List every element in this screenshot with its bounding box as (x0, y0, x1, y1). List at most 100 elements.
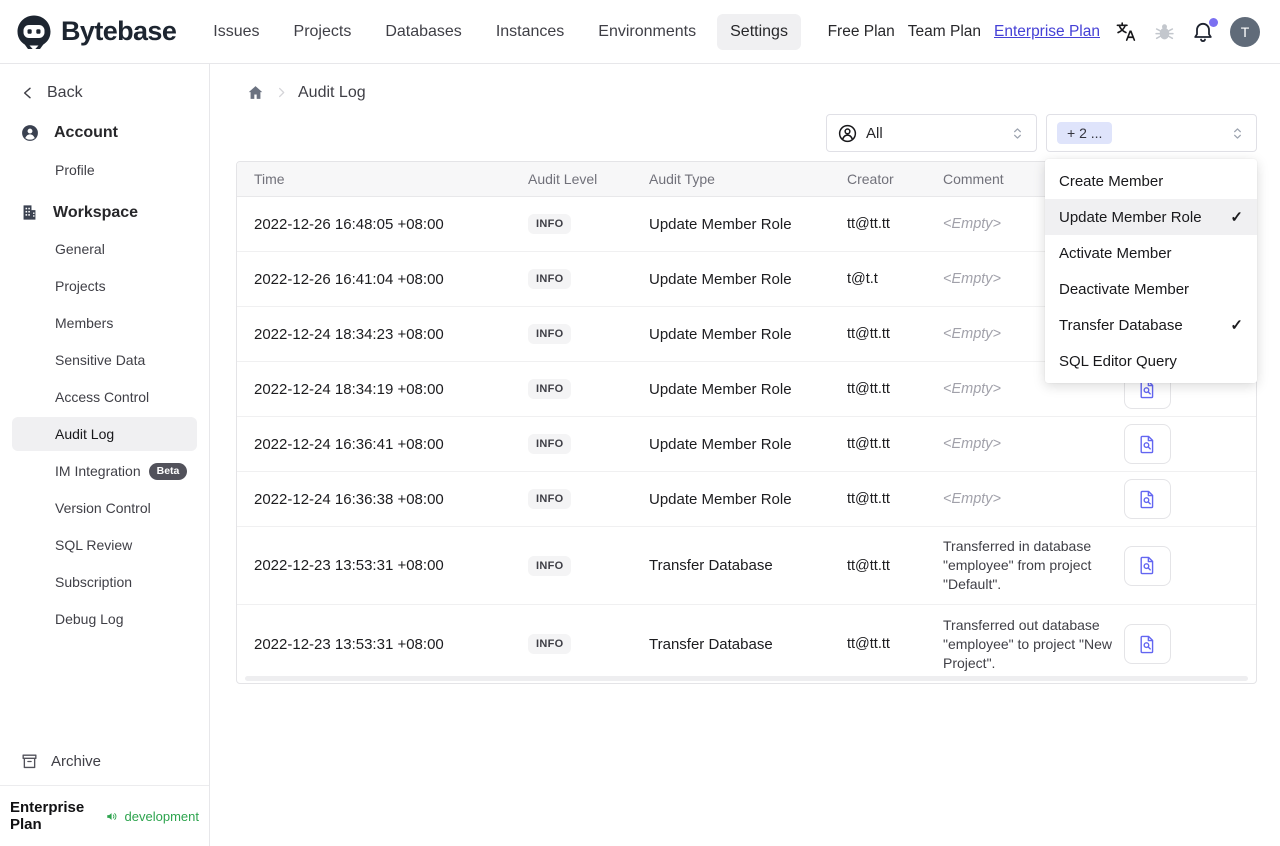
sidebar-bottom: Archive Enterprise Plan development (0, 738, 209, 846)
settings-sidebar: Back Account Profile Workspace General Proje… (0, 64, 210, 846)
plan-link-team-plan: Team Plan (907, 22, 982, 40)
nav-item-instances[interactable]: Instances (483, 14, 577, 50)
sidebar-item-subscription[interactable]: Subscription (12, 565, 197, 599)
creator-cell: tt@tt.tt (847, 557, 890, 574)
chevron-updown-icon (1229, 125, 1246, 142)
menu-item-deactivate-member[interactable]: Deactivate Member (1045, 271, 1257, 307)
audit-type-filter-select[interactable]: + 2 ... (1046, 114, 1257, 152)
audit-type-dropdown-menu: Create Member Update Member Role ✓ Activate… (1045, 159, 1257, 383)
menu-item-transfer-database[interactable]: Transfer Database ✓ (1045, 307, 1257, 343)
audit-type-cell: Update Member Role (649, 270, 792, 288)
comment-cell: Transferred out database "employee" to p… (943, 616, 1112, 671)
sidebar-item-version-control[interactable]: Version Control (12, 491, 197, 525)
creator-filter-value: All (866, 124, 883, 142)
view-log-detail-button[interactable] (1124, 424, 1171, 464)
creator-cell: t@t.t (847, 271, 878, 287)
audit-type-cell: Transfer Database (649, 557, 773, 574)
audit-level-cell: INFO (528, 214, 649, 234)
brand-name: Bytebase (61, 16, 177, 46)
sidebar-item-label: Sensitive Data (55, 352, 146, 368)
time-cell: 2022-12-23 13:53:31 +08:00 (254, 557, 444, 574)
creator-cell: tt@tt.tt (847, 326, 890, 342)
bytebase-logo-icon (14, 12, 54, 52)
avatar[interactable]: T (1230, 16, 1260, 47)
audit-level-cell: INFO (528, 489, 649, 509)
back-label: Back (47, 84, 83, 101)
sidebar-item-label: IM Integration (55, 463, 141, 479)
time-cell: 2022-12-23 13:53:31 +08:00 (254, 635, 444, 653)
audit-type-cell: Update Member Role (649, 435, 792, 453)
bug-report-icon[interactable] (1153, 20, 1176, 43)
audit-level-cell: INFO (528, 555, 649, 576)
filter-bar: All + 2 ... (826, 114, 1257, 152)
nav-item-settings[interactable]: Settings (717, 13, 801, 50)
sidebar-item-projects[interactable]: Projects (12, 269, 197, 303)
check-icon: ✓ (1230, 317, 1243, 334)
file-search-icon (1140, 490, 1154, 508)
audit-type-cell: Update Member Role (649, 490, 792, 508)
sidebar-item-audit-log[interactable]: Audit Log (12, 417, 197, 451)
sidebar-item-label: Members (55, 315, 114, 331)
nav-item-projects[interactable]: Projects (281, 14, 365, 50)
table-scrollbar[interactable] (245, 676, 1248, 681)
creator-cell: tt@tt.tt (847, 491, 890, 507)
table-row: 2022-12-23 13:53:31 +08:00 INFO Transfer D… (237, 605, 1256, 683)
column-header-creator: Creator (847, 171, 894, 187)
time-cell: 2022-12-24 16:36:41 +08:00 (254, 435, 444, 453)
sidebar-item-archive[interactable]: Archive (0, 738, 209, 785)
bytebase-logo[interactable]: Bytebase (14, 12, 177, 52)
creator-filter-select[interactable]: All (826, 114, 1037, 152)
sidebar-item-im-integration[interactable]: IM Integration Beta (12, 454, 197, 488)
environment-label: development (124, 808, 199, 824)
sidebar-item-label: SQL Review (55, 537, 133, 553)
beta-badge: Beta (148, 462, 188, 480)
column-header-audit-level: Audit Level (528, 171, 598, 187)
nav-item-environments[interactable]: Environments (585, 14, 709, 50)
info-badge: INFO (528, 489, 572, 509)
menu-item-activate-member[interactable]: Activate Member (1045, 235, 1257, 271)
nav-item-databases[interactable]: Databases (372, 14, 475, 50)
view-log-detail-button[interactable] (1124, 545, 1171, 586)
audit-type-filter-value: + 2 ... (1057, 122, 1113, 144)
chevron-updown-icon (1009, 125, 1026, 142)
archive-label: Archive (51, 753, 102, 770)
home-icon[interactable] (246, 83, 265, 102)
sidebar-item-profile[interactable]: Profile (12, 153, 197, 187)
audit-type-cell: Update Member Role (649, 380, 792, 398)
info-badge: INFO (528, 379, 572, 399)
sidebar-item-general[interactable]: General (12, 232, 197, 266)
audit-level-cell: INFO (528, 379, 649, 399)
menu-item-label: Create Member (1059, 172, 1164, 190)
sidebar-section-label: Workspace (53, 203, 139, 221)
sidebar-item-members[interactable]: Members (12, 306, 197, 340)
comment-cell: <Empty> (943, 435, 1002, 452)
notifications-button[interactable] (1191, 17, 1218, 44)
sidebar-section-account: Account (0, 110, 209, 150)
table-row: 2022-12-24 16:36:41 +08:00 INFO Update Mem… (237, 417, 1256, 472)
view-log-detail-button[interactable] (1124, 479, 1171, 519)
view-log-detail-button[interactable] (1124, 624, 1171, 664)
column-header-audit-type: Audit Type (649, 171, 715, 187)
breadcrumb-current: Audit Log (298, 83, 366, 101)
bytebase-app: Bytebase Issues Projects Databases Instance… (0, 0, 1280, 846)
audit-level-cell: INFO (528, 269, 649, 289)
sidebar-item-sql-review[interactable]: SQL Review (12, 528, 197, 562)
sidebar-item-label: Debug Log (55, 611, 124, 627)
sidebar-item-access-control[interactable]: Access Control (12, 380, 197, 414)
time-cell: 2022-12-26 16:48:05 +08:00 (254, 215, 444, 233)
menu-item-label: Deactivate Member (1059, 280, 1190, 298)
menu-item-update-member-role[interactable]: Update Member Role ✓ (1045, 199, 1257, 235)
file-search-icon (1140, 635, 1154, 653)
menu-item-label: Update Member Role (1059, 208, 1202, 226)
nav-item-issues[interactable]: Issues (200, 14, 272, 50)
plan-links: Free Plan Team Plan Enterprise Plan (828, 23, 1100, 41)
menu-item-sql-editor-query[interactable]: SQL Editor Query (1045, 343, 1257, 379)
sidebar-item-sensitive-data[interactable]: Sensitive Data (12, 343, 197, 377)
translate-icon[interactable] (1115, 20, 1138, 43)
sidebar-item-debug-log[interactable]: Debug Log (12, 602, 197, 636)
back-button[interactable]: Back (0, 64, 209, 110)
menu-item-create-member[interactable]: Create Member (1045, 163, 1257, 199)
time-cell: 2022-12-24 18:34:19 +08:00 (254, 380, 444, 398)
menu-item-label: Activate Member (1059, 244, 1172, 262)
plan-link-enterprise-plan[interactable]: Enterprise Plan (994, 23, 1100, 41)
